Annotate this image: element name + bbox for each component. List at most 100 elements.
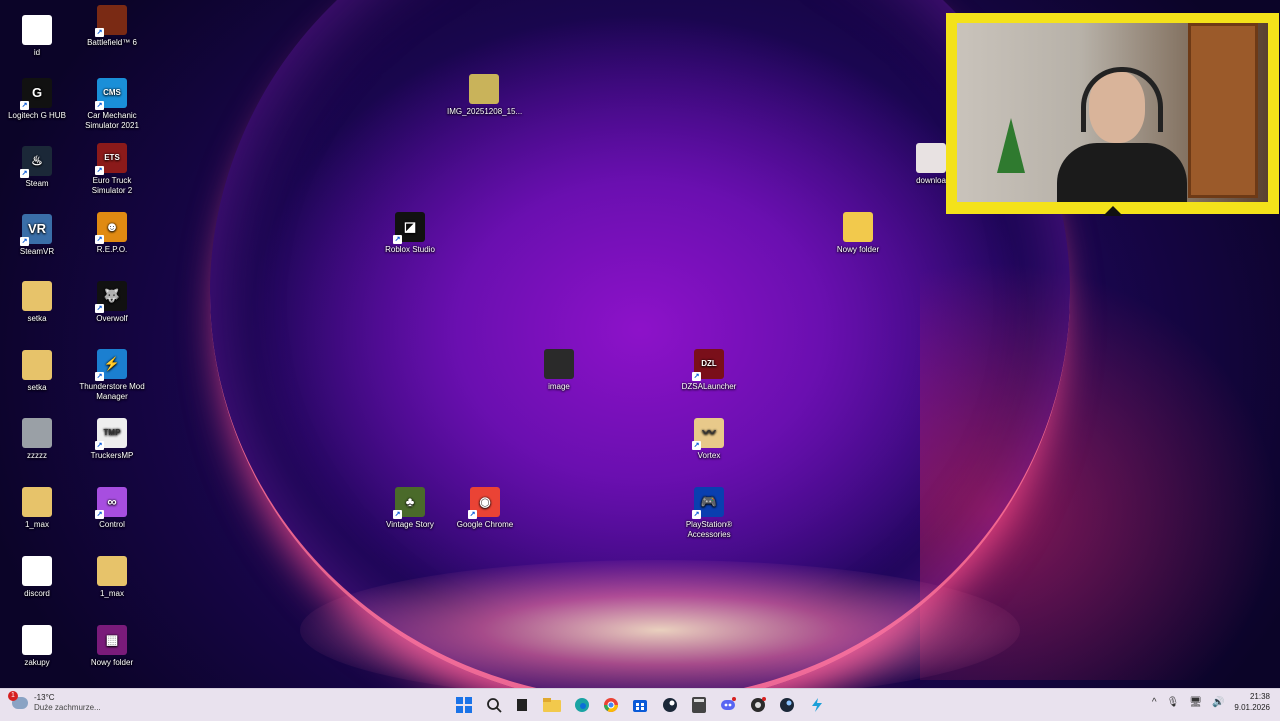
desktop-icon-label: 1_max <box>24 520 49 529</box>
setka2-icon <box>22 350 52 380</box>
desktop-icon-cms[interactable]: CMSCar Mechanic Simulator 2021 <box>75 78 149 131</box>
ets2-icon: ETS <box>95 143 127 175</box>
clock-date: 9.01.2026 <box>1234 703 1270 712</box>
zzzzz-icon <box>22 418 52 448</box>
desktop-icon-nowy1[interactable]: ▦ Nowy folder <box>75 625 149 668</box>
desktop-icon-label: Control <box>99 520 125 529</box>
desktop-icon-vortex[interactable]: 〰Vortex <box>672 418 746 461</box>
roblox-icon: ◪ <box>393 212 425 244</box>
desktop-icon-discord[interactable]: discord <box>0 556 74 599</box>
dzsa-icon: DZL <box>692 349 724 381</box>
tray-chevron-icon[interactable]: ^ <box>1152 697 1157 708</box>
webcam-overlay <box>946 13 1279 216</box>
desktop-icon-label: Google Chrome <box>456 520 514 529</box>
desktop-icon-steam[interactable]: ♨Steam <box>0 146 74 189</box>
desktop-icon-label: Thunderstore Mod Manager <box>79 382 145 401</box>
img1-icon <box>469 74 499 104</box>
microphone-icon[interactable]: 🎙 <box>1167 697 1180 708</box>
search-icon[interactable] <box>485 696 503 714</box>
desktop-icon-zzzzz[interactable]: zzzzz <box>0 418 74 461</box>
wallpaper-glow-bottom <box>300 560 1020 688</box>
desktop-icon-label: Logitech G HUB <box>8 111 66 120</box>
weather-desc: Duże zachmurze... <box>34 703 101 712</box>
desktop-icon-ps[interactable]: 🎮PlayStation® Accessories <box>672 487 746 540</box>
downloa-icon <box>916 143 946 173</box>
desktop-icon-bf6[interactable]: Battlefield™ 6 <box>75 5 149 48</box>
id-icon <box>22 15 52 45</box>
desktop-icon-ghub[interactable]: GLogitech G HUB <box>0 78 74 121</box>
desktop-icon-label: Overwolf <box>96 314 128 323</box>
taskview-icon[interactable] <box>513 696 531 714</box>
desktop-icon-label: Nowy folder <box>90 658 134 667</box>
repo-icon: ☻ <box>95 212 127 244</box>
desktop-icon-repo[interactable]: ☻R.E.P.O. <box>75 212 149 255</box>
desktop-icon-label: Roblox Studio <box>385 245 435 254</box>
cms-icon: CMS <box>95 78 127 110</box>
truckersmp-icon: TMP <box>95 418 127 450</box>
zakupy-icon <box>22 625 52 655</box>
nowy2-icon <box>843 212 873 242</box>
webcam-door <box>1188 23 1258 198</box>
calculator-icon[interactable] <box>690 696 708 714</box>
desktop-icon-chrome[interactable]: ◉Google Chrome <box>448 487 522 530</box>
desktop-icon-label: Vortex <box>697 451 721 460</box>
thunderstore-icon[interactable] <box>808 696 826 714</box>
obs-icon[interactable] <box>749 696 767 714</box>
desktop-icon-steamvr[interactable]: VRSteamVR <box>0 214 74 257</box>
desktop-icon-img1[interactable]: IMG_20251208_15... <box>447 74 522 117</box>
desktop-icon-thunder[interactable]: ⚡Thunderstore Mod Manager <box>75 349 149 402</box>
thunder-icon: ⚡ <box>95 349 127 381</box>
discord-icon[interactable] <box>719 696 737 714</box>
volume-icon[interactable]: 🔊 <box>1212 697 1224 708</box>
desktop-icon-label: setka <box>27 314 47 323</box>
desktop-icon-control[interactable]: ∞Control <box>75 487 149 530</box>
setka1-icon <box>22 281 52 311</box>
bf6-icon <box>95 5 127 37</box>
desktop-icon-dzsa[interactable]: DZLDZSALauncher <box>672 349 746 392</box>
desktop-icon-setka1[interactable]: setka <box>0 281 74 324</box>
webcam-headset <box>1081 67 1163 132</box>
chrome-icon: ◉ <box>468 487 500 519</box>
desktop-icon-zakupy[interactable]: zakupy <box>0 625 74 668</box>
desktop-icon-setka2[interactable]: setka <box>0 350 74 393</box>
desktop-icon-nowy2[interactable]: Nowy folder <box>821 212 895 255</box>
system-tray: ^ 🎙 🖥 🔊 21:38 9.01.2026 <box>1152 691 1270 713</box>
steam-secondary-icon[interactable] <box>778 696 796 714</box>
weather-badge: 1 <box>8 691 18 701</box>
onemax1-icon <box>22 487 52 517</box>
ghub-icon: G <box>20 78 52 110</box>
desktop-icon-ets2[interactable]: ETSEuro Truck Simulator 2 <box>75 143 149 196</box>
desktop-icon-vintage[interactable]: ♣Vintage Story <box>373 487 447 530</box>
control-icon: ∞ <box>95 487 127 519</box>
clock[interactable]: 21:38 9.01.2026 <box>1234 691 1270 713</box>
desktop-icon-label: zakupy <box>24 658 50 667</box>
desktop-icon-onemax2[interactable]: 1_max <box>75 556 149 599</box>
file-explorer-icon[interactable] <box>543 696 561 714</box>
vortex-icon: 〰 <box>692 418 724 450</box>
desktop-icon-label: Steam <box>25 179 49 188</box>
desktop-icon-image[interactable]: image <box>522 349 596 392</box>
chrome-icon[interactable] <box>602 696 620 714</box>
desktop-icon-label: image <box>548 382 570 391</box>
desktop-icon-onemax1[interactable]: 1_max <box>0 487 74 530</box>
desktop-icon-label: Vintage Story <box>386 520 434 529</box>
steam-icon[interactable] <box>661 696 679 714</box>
steamvr-icon: VR <box>20 214 52 246</box>
weather-temp: -13°C <box>34 693 55 702</box>
network-icon[interactable]: 🖥 <box>1189 697 1202 708</box>
desktop-icon-label: PlayStation® Accessories <box>685 520 733 539</box>
edge-icon[interactable] <box>573 696 591 714</box>
desktop-icon-overwolf[interactable]: 🐺Overwolf <box>75 281 149 324</box>
overwolf-icon: 🐺 <box>95 281 127 313</box>
desktop-icon-roblox[interactable]: ◪Roblox Studio <box>373 212 447 255</box>
store-icon[interactable] <box>631 696 649 714</box>
desktop-icon-label: Euro Truck Simulator 2 <box>91 176 133 195</box>
start-icon[interactable] <box>455 696 473 714</box>
desktop-icon-label: SteamVR <box>19 247 55 256</box>
desktop-icon-truckersmp[interactable]: TMPTruckersMP <box>75 418 149 461</box>
desktop-icon-id[interactable]: id <box>0 15 74 58</box>
desktop-icon-label: discord <box>24 589 50 598</box>
weather-widget[interactable]: 1 -13°C Duże zachmurze... <box>8 691 101 713</box>
desktop-icon-label: id <box>33 48 41 57</box>
desktop-icon-label: 1_max <box>99 589 124 598</box>
